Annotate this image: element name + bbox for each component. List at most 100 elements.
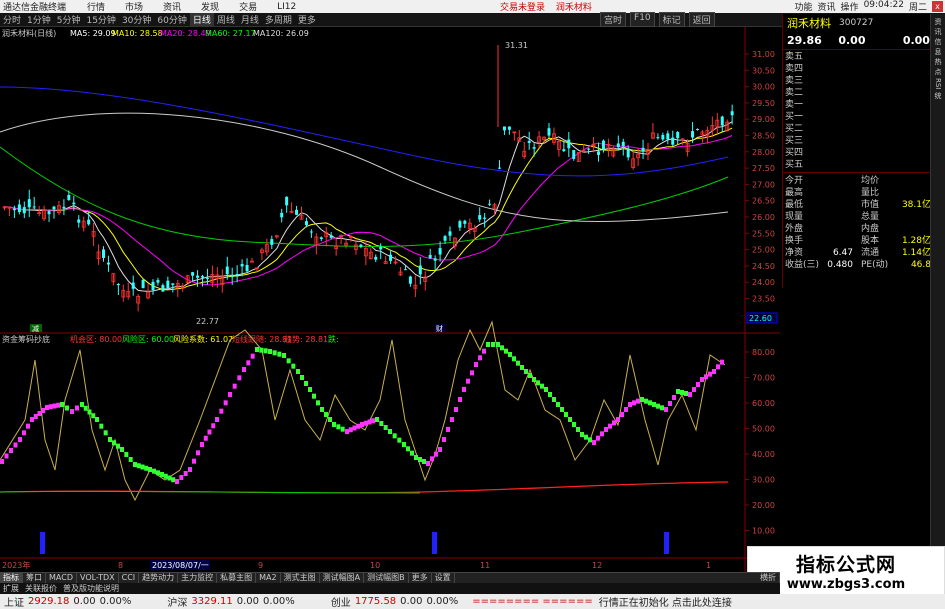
cy-label[interactable]: 创业 — [331, 594, 351, 609]
period-more[interactable]: 更多 — [295, 13, 319, 26]
period-15m[interactable]: 15分钟 — [83, 13, 118, 26]
trade-login-status[interactable]: 交易未登录 — [500, 3, 545, 13]
tab-test-main[interactable]: 测式主图 — [281, 573, 320, 583]
tab-settings[interactable]: 设置 — [432, 573, 455, 583]
tab-main-monitor[interactable]: 主力监控 — [178, 573, 218, 583]
title-info[interactable]: 资讯 — [818, 0, 836, 13]
period-60m[interactable]: 60分钟 — [154, 13, 189, 26]
gongshi-button[interactable]: 宫时 — [600, 12, 627, 27]
period-30m[interactable]: 30分钟 — [119, 13, 154, 26]
tab-cci[interactable]: CCI — [119, 573, 140, 583]
strip-item[interactable]: 息 — [933, 48, 943, 55]
indicator-step-block — [277, 351, 282, 357]
close-icon[interactable]: x — [932, 1, 943, 12]
indicator-step-block — [223, 400, 228, 406]
strip-item[interactable]: 信 — [933, 38, 943, 45]
chart-svg[interactable]: 润禾材料(日线) MA5: 29.09 MA10: 28.58 MA20: 28… — [0, 27, 780, 572]
title-func[interactable]: 功能 — [795, 0, 813, 13]
period-multi[interactable]: 多周期 — [262, 13, 295, 26]
strip-item[interactable]: 资 — [933, 18, 943, 25]
indicator-step-block — [80, 402, 84, 407]
stat-label: 换手 — [785, 236, 804, 246]
strip-item[interactable]: 讯 — [933, 28, 943, 35]
mark-button[interactable]: 标记 — [658, 12, 685, 27]
ext-expand[interactable]: 扩展 — [0, 583, 22, 594]
candle-body — [507, 126, 511, 130]
indicator-fall: 跌: — [328, 334, 339, 344]
f10-button[interactable]: F10 — [630, 12, 655, 27]
tab-private-main[interactable]: 私募主图 — [217, 573, 257, 583]
last-price: 29.86 — [787, 33, 822, 47]
x-label: 2023年 — [2, 560, 30, 570]
stat-value — [891, 211, 931, 223]
x-label: 11 — [480, 561, 490, 570]
chart-title: 润禾材料(日线) — [2, 28, 56, 38]
tab-macd[interactable]: MACD — [46, 573, 77, 583]
candle-body — [547, 128, 551, 136]
tab-indicator[interactable]: 指标 — [0, 573, 23, 583]
back-button[interactable]: 返回 — [688, 12, 715, 27]
indicator-step-block — [148, 467, 152, 472]
indicator-step-block — [286, 358, 291, 364]
strip-item[interactable]: 统 — [933, 92, 943, 99]
price-tick-label: 29.50 — [752, 99, 775, 108]
indicator-step-block — [700, 377, 704, 382]
candle-body — [572, 150, 576, 159]
ext-help[interactable]: 普及版功能说明 — [60, 583, 122, 594]
strip-item[interactable]: RSI — [934, 78, 942, 89]
candle-body — [463, 220, 467, 224]
menu-hq[interactable]: 行情 — [77, 0, 115, 13]
stock-name: 润禾材料 — [787, 16, 831, 30]
period-1m[interactable]: 1分钟 — [24, 13, 54, 26]
sh-pct: 0.00% — [99, 596, 132, 607]
stock-code: 300727 — [839, 17, 874, 28]
bid-4: 买四 — [785, 148, 804, 158]
indicator-step-block — [716, 364, 720, 370]
tab-trend-power[interactable]: 趋势动力 — [139, 573, 179, 583]
indicator-step-block — [316, 400, 320, 406]
tab-right-tail[interactable]: 横折 — [757, 573, 780, 583]
status-bar: 上证 2929.18 0.00 0.00% 沪深 3329.11 0.00 0.… — [0, 594, 945, 609]
chart-area[interactable]: 润禾材料(日线) MA5: 29.09 MA10: 28.58 MA20: 28… — [0, 27, 780, 572]
connection-message[interactable]: 行情正在初始化 点击此处连接 — [599, 594, 732, 609]
price-tick-label: 28.00 — [752, 148, 775, 157]
indicator-step-block — [540, 383, 544, 389]
title-clock: 09:04:22 — [863, 0, 904, 10]
indicator-step-block — [580, 432, 584, 437]
sh-label[interactable]: 上证 — [4, 594, 24, 609]
candle-body — [433, 258, 437, 261]
indicator-step-block — [410, 450, 414, 456]
stat-label: 最低 — [785, 200, 804, 210]
indicator-step-block — [246, 360, 251, 366]
menu-discover[interactable]: 发现 — [191, 0, 229, 13]
tab-vol[interactable]: VOL-TDX — [77, 573, 119, 583]
period-day[interactable]: 日线 — [189, 13, 214, 26]
indicator-step-block — [228, 392, 232, 397]
period-5m[interactable]: 5分钟 — [54, 13, 84, 26]
indicator-step-block — [108, 437, 112, 442]
indicator-step-block — [397, 437, 402, 443]
menu-market[interactable]: 市场 — [115, 0, 153, 13]
period-tick[interactable]: 分时 — [0, 13, 24, 26]
title-ops[interactable]: 操作 — [841, 0, 859, 13]
indicator-step-block — [144, 465, 149, 471]
tab-test-a[interactable]: 测试幅图A — [320, 573, 365, 583]
menu-news[interactable]: 资讯 — [153, 0, 191, 13]
tab-chip[interactable]: 筹口 — [23, 573, 46, 583]
strip-item[interactable]: 点 — [933, 68, 943, 75]
tab-more[interactable]: 更多 — [409, 573, 432, 583]
strip-item[interactable]: 热 — [933, 58, 943, 65]
tab-ma2[interactable]: MA2 — [256, 573, 281, 583]
menu-li12[interactable]: LI12 — [267, 2, 306, 12]
indicator-trend: 趋势: 28.81 — [284, 334, 328, 344]
tab-test-b[interactable]: 测试幅图B — [364, 573, 409, 583]
indicator-step-block — [688, 392, 692, 397]
period-week[interactable]: 周线 — [214, 13, 238, 26]
ext-related[interactable]: 关联报价 — [22, 583, 60, 594]
period-month[interactable]: 月线 — [238, 13, 262, 26]
indicator-step-block — [720, 359, 724, 365]
indicator-step-block — [648, 400, 652, 406]
stat-label: 流通 — [861, 248, 880, 258]
hs-label[interactable]: 沪深 — [167, 594, 187, 609]
menu-trade[interactable]: 交易 — [229, 0, 267, 13]
